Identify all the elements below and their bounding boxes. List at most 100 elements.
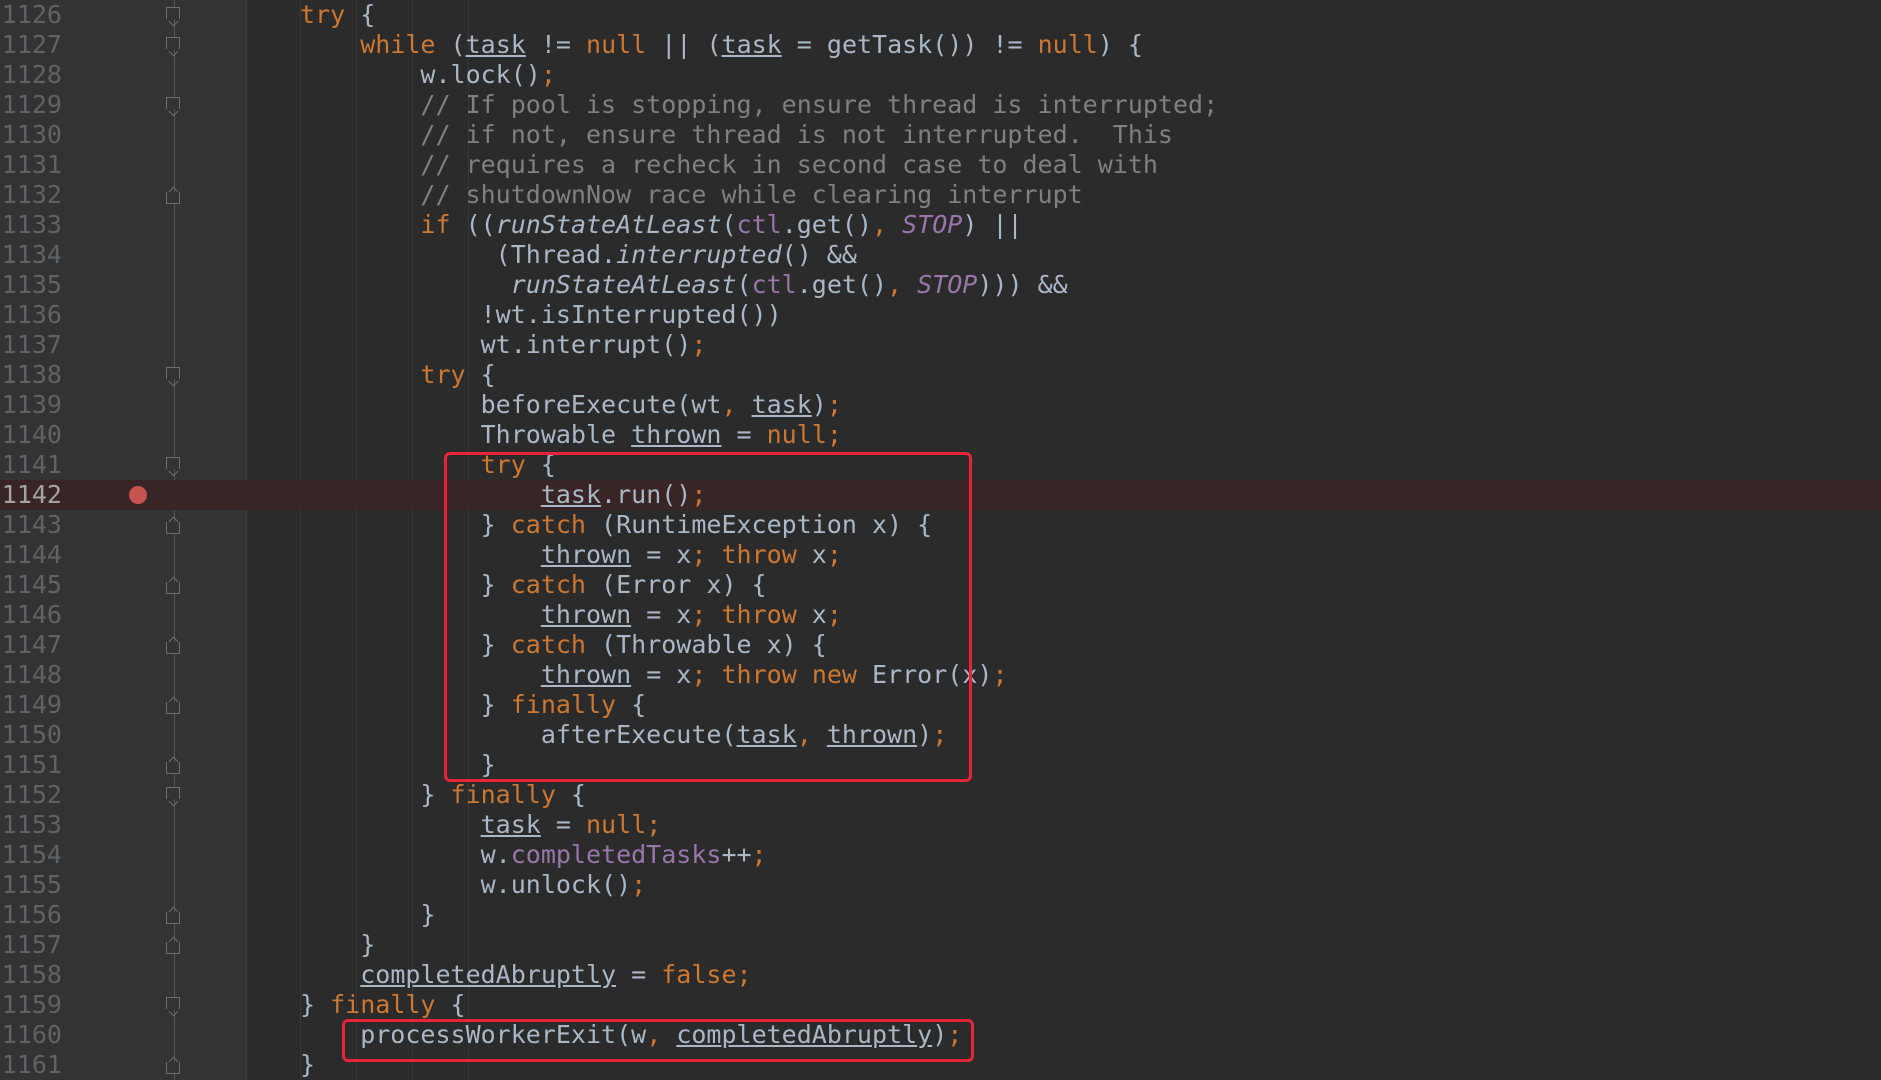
code-line[interactable]: 1158 completedAbruptly = false;	[0, 960, 1881, 990]
code-text[interactable]: }	[300, 930, 375, 960]
code-line[interactable]: 1154 w.completedTasks++;	[0, 840, 1881, 870]
code-text[interactable]: w.unlock();	[300, 870, 647, 900]
code-text[interactable]: // if not, ensure thread is not interrup…	[300, 120, 1173, 150]
code-text[interactable]: beforeExecute(wt, task);	[300, 390, 842, 420]
code-line[interactable]: 1134 (Thread.interrupted() &&	[0, 240, 1881, 270]
fold-marker-icon[interactable]	[166, 912, 180, 924]
code-line[interactable]: 1137 wt.interrupt();	[0, 330, 1881, 360]
line-number[interactable]: 1149	[0, 690, 62, 720]
breakpoint-icon[interactable]	[129, 486, 147, 504]
fold-marker-icon[interactable]	[166, 37, 180, 49]
line-number[interactable]: 1142	[0, 480, 62, 510]
code-line[interactable]: 1128 w.lock();	[0, 60, 1881, 90]
fold-marker-icon[interactable]	[166, 192, 180, 204]
fold-marker-icon[interactable]	[166, 582, 180, 594]
code-line[interactable]: 1126 try {	[0, 0, 1881, 30]
line-number[interactable]: 1157	[0, 930, 62, 960]
fold-marker-icon[interactable]	[166, 642, 180, 654]
line-number[interactable]: 1156	[0, 900, 62, 930]
line-number[interactable]: 1129	[0, 90, 62, 120]
code-text[interactable]: !wt.isInterrupted())	[300, 300, 782, 330]
line-number[interactable]: 1148	[0, 660, 62, 690]
fold-marker-icon[interactable]	[166, 7, 180, 19]
line-number[interactable]: 1143	[0, 510, 62, 540]
line-number[interactable]: 1140	[0, 420, 62, 450]
line-number[interactable]: 1132	[0, 180, 62, 210]
line-number[interactable]: 1133	[0, 210, 62, 240]
code-text[interactable]: }	[300, 900, 435, 930]
code-text[interactable]: task = null;	[300, 810, 662, 840]
fold-marker-icon[interactable]	[166, 787, 180, 799]
code-text[interactable]: w.lock();	[300, 60, 555, 90]
code-text[interactable]: w.completedTasks++;	[300, 840, 767, 870]
code-line[interactable]: 1127 while (task != null || (task = getT…	[0, 30, 1881, 60]
fold-marker-icon[interactable]	[166, 97, 180, 109]
line-number[interactable]: 1144	[0, 540, 62, 570]
line-number[interactable]: 1136	[0, 300, 62, 330]
line-number[interactable]: 1153	[0, 810, 62, 840]
code-text[interactable]: if ((runStateAtLeast(ctl.get(), STOP) ||	[300, 210, 1022, 240]
code-text[interactable]: try {	[300, 0, 375, 30]
line-number[interactable]: 1158	[0, 960, 62, 990]
line-number[interactable]: 1151	[0, 750, 62, 780]
code-line[interactable]: 1133 if ((runStateAtLeast(ctl.get(), STO…	[0, 210, 1881, 240]
code-line[interactable]: 1131 // requires a recheck in second cas…	[0, 150, 1881, 180]
code-text[interactable]: completedAbruptly = false;	[300, 960, 751, 990]
code-line[interactable]: 1136 !wt.isInterrupted())	[0, 300, 1881, 330]
line-number[interactable]: 1130	[0, 120, 62, 150]
fold-marker-icon[interactable]	[166, 457, 180, 469]
code-text[interactable]: wt.interrupt();	[300, 330, 707, 360]
line-number[interactable]: 1131	[0, 150, 62, 180]
line-number[interactable]: 1159	[0, 990, 62, 1020]
fold-marker-icon[interactable]	[166, 997, 180, 1009]
code-line[interactable]: 1132 // shutdownNow race while clearing …	[0, 180, 1881, 210]
code-line[interactable]: 1129 // If pool is stopping, ensure thre…	[0, 90, 1881, 120]
code-line[interactable]: 1135 runStateAtLeast(ctl.get(), STOP))) …	[0, 270, 1881, 300]
line-number[interactable]: 1139	[0, 390, 62, 420]
line-number[interactable]: 1141	[0, 450, 62, 480]
fold-marker-icon[interactable]	[166, 522, 180, 534]
line-number[interactable]: 1150	[0, 720, 62, 750]
line-number[interactable]: 1161	[0, 1050, 62, 1080]
code-text[interactable]: runStateAtLeast(ctl.get(), STOP))) &&	[300, 270, 1068, 300]
code-text[interactable]: } finally {	[300, 990, 466, 1020]
code-text[interactable]: }	[300, 1050, 315, 1080]
fold-marker-icon[interactable]	[166, 942, 180, 954]
line-number[interactable]: 1127	[0, 30, 62, 60]
line-number[interactable]: 1138	[0, 360, 62, 390]
line-number[interactable]: 1152	[0, 780, 62, 810]
code-text[interactable]: // requires a recheck in second case to …	[300, 150, 1158, 180]
code-line[interactable]: 1130 // if not, ensure thread is not int…	[0, 120, 1881, 150]
fold-marker-icon[interactable]	[166, 762, 180, 774]
code-line[interactable]: 1138 try {	[0, 360, 1881, 390]
line-number[interactable]: 1147	[0, 630, 62, 660]
code-text[interactable]: try {	[300, 360, 495, 390]
line-number[interactable]: 1134	[0, 240, 62, 270]
code-text[interactable]: } finally {	[300, 780, 586, 810]
line-number[interactable]: 1145	[0, 570, 62, 600]
line-number[interactable]: 1154	[0, 840, 62, 870]
line-number[interactable]: 1155	[0, 870, 62, 900]
code-text[interactable]: // If pool is stopping, ensure thread is…	[300, 90, 1218, 120]
code-text[interactable]: while (task != null || (task = getTask()…	[300, 30, 1143, 60]
code-line[interactable]: 1159 } finally {	[0, 990, 1881, 1020]
line-number[interactable]: 1126	[0, 0, 62, 30]
line-number[interactable]: 1135	[0, 270, 62, 300]
line-number[interactable]: 1128	[0, 60, 62, 90]
code-line[interactable]: 1155 w.unlock();	[0, 870, 1881, 900]
code-text[interactable]: (Thread.interrupted() &&	[300, 240, 857, 270]
code-line[interactable]: 1139 beforeExecute(wt, task);	[0, 390, 1881, 420]
code-line[interactable]: 1140 Throwable thrown = null;	[0, 420, 1881, 450]
code-text[interactable]: // shutdownNow race while clearing inter…	[300, 180, 1082, 210]
fold-marker-icon[interactable]	[166, 1062, 180, 1074]
line-number[interactable]: 1160	[0, 1020, 62, 1050]
code-line[interactable]: 1156 }	[0, 900, 1881, 930]
code-line[interactable]: 1153 task = null;	[0, 810, 1881, 840]
code-editor[interactable]: 1126 try {1127 while (task != null || (ta…	[0, 0, 1881, 1080]
code-line[interactable]: 1152 } finally {	[0, 780, 1881, 810]
line-number[interactable]: 1146	[0, 600, 62, 630]
code-text[interactable]: Throwable thrown = null;	[300, 420, 842, 450]
fold-marker-icon[interactable]	[166, 702, 180, 714]
line-number[interactable]: 1137	[0, 330, 62, 360]
fold-marker-icon[interactable]	[166, 367, 180, 379]
